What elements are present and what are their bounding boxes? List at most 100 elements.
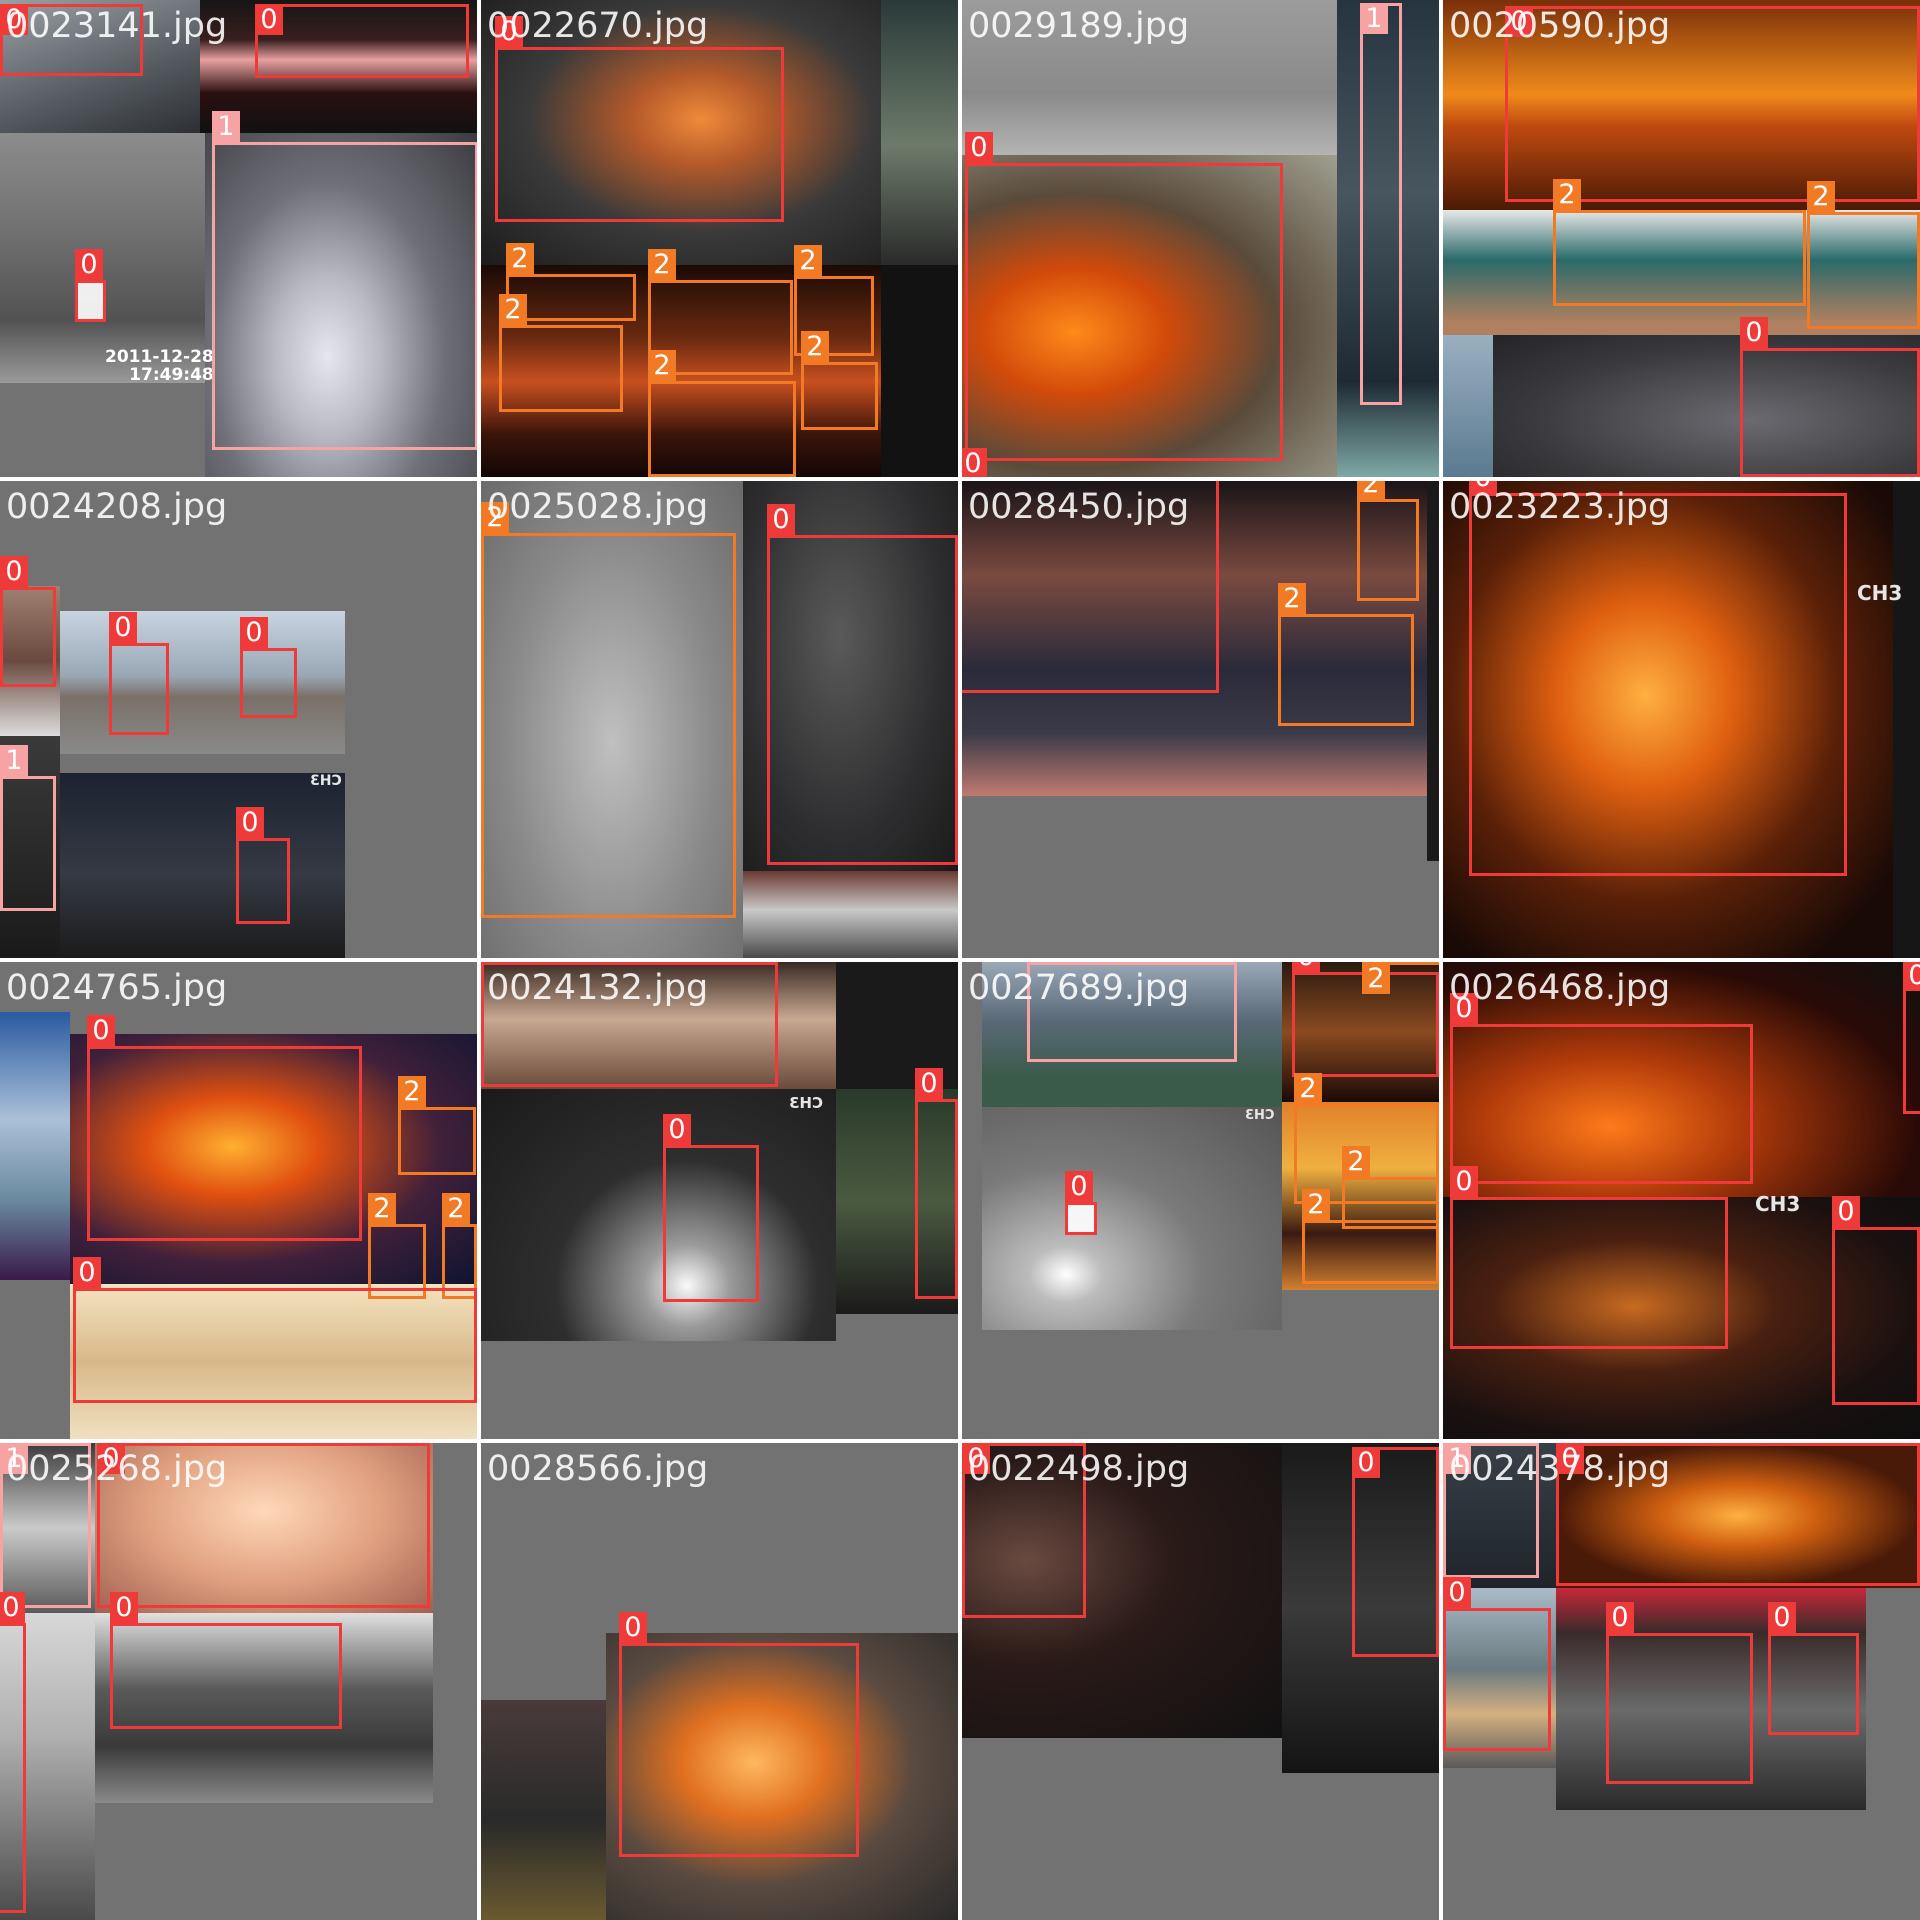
scene-photo <box>982 1107 1282 1330</box>
detection-box: 2 <box>1302 1189 1439 1284</box>
detection-box: 0 <box>1740 317 1920 477</box>
class-label: 0 <box>87 1015 115 1046</box>
mosaic-tile: 0020590.jpg 0 2 2 0 <box>1443 0 1920 477</box>
class-label: 1 <box>212 111 240 142</box>
mosaic-grid: 2011-12-28 17:49:48 0023141.jpg 0 0 0 1 … <box>0 0 1920 1920</box>
scene-photo <box>1443 335 1493 477</box>
detection-box: 0 <box>1450 993 1753 1184</box>
class-label: 0 <box>1903 962 1920 991</box>
class-label: 0 <box>0 556 28 587</box>
class-label: 2 <box>1342 1146 1370 1177</box>
channel-overlay: CH3 <box>1755 1192 1801 1216</box>
detection-box: 0 <box>110 1592 342 1729</box>
class-label: 2 <box>499 294 527 325</box>
detection-box: 0 <box>236 807 290 924</box>
class-label: 2 <box>648 249 676 280</box>
detection-box: 0 <box>1768 1602 1859 1735</box>
image-filename: 0027689.jpg <box>968 968 1190 1008</box>
detection-box: 2 <box>1362 962 1439 994</box>
scene-photo <box>60 611 345 754</box>
class-label: 2 <box>442 1193 470 1224</box>
channel-overlay: CH3 <box>310 773 342 789</box>
detection-box: 0 <box>87 1015 362 1241</box>
image-filename: 0029189.jpg <box>968 6 1190 46</box>
class-label: 0 <box>1065 1171 1093 1202</box>
mosaic-tile: CH3 0026468.jpg 0 0 0 0 <box>1443 962 1920 1439</box>
class-label: 2 <box>398 1076 426 1107</box>
channel-overlay: CH3 <box>1245 1108 1275 1123</box>
timestamp-overlay: 2011-12-28 17:49:48 <box>105 347 214 385</box>
image-filename: 0022498.jpg <box>968 1449 1190 1489</box>
class-label: 0 <box>619 1612 647 1643</box>
detection-box: 0 <box>1903 962 1920 1114</box>
detection-box: 0 <box>1606 1602 1753 1784</box>
scene-photo <box>1893 481 1920 958</box>
class-label: 0 <box>255 4 283 35</box>
detection-box: 2 <box>398 1076 476 1175</box>
class-label: 0 <box>965 132 993 163</box>
image-filename: 0023223.jpg <box>1449 487 1671 527</box>
mosaic-tile: CH3 0023223.jpg 0 <box>1443 481 1920 958</box>
detection-box: 0 <box>75 249 106 322</box>
class-label: 0 <box>240 617 268 648</box>
class-label: 2 <box>1357 481 1385 499</box>
mosaic-tile: 0028450.jpg 2 2 <box>962 481 1439 958</box>
mosaic-tile: 0025268.jpg 1 0 0 0 <box>0 1443 477 1920</box>
scene-photo <box>481 1089 836 1341</box>
detection-box: 0 <box>663 1114 759 1302</box>
class-label: 2 <box>368 1193 396 1224</box>
class-label: 0 <box>1450 1166 1478 1197</box>
class-label: 1 <box>0 745 28 776</box>
detection-box: 2 <box>1553 179 1806 306</box>
image-filename: 0026468.jpg <box>1449 968 1671 1008</box>
channel-overlay: CH3 <box>789 1094 823 1112</box>
image-filename: 0020590.jpg <box>1449 6 1671 46</box>
scene-photo <box>0 1012 70 1280</box>
image-filename: 0024132.jpg <box>487 968 709 1008</box>
class-label: 0 <box>1768 1602 1796 1633</box>
detection-box: 0 <box>109 612 169 735</box>
detection-box: 0 <box>495 16 784 222</box>
class-label: 0 <box>0 1592 25 1623</box>
mosaic-tile: 0028566.jpg 0 <box>481 1443 958 1920</box>
class-label: 0 <box>767 504 795 535</box>
detection-box: 0 <box>0 1592 26 1913</box>
detection-box: 2 <box>1807 181 1920 329</box>
detection-box: 2 <box>1357 481 1419 601</box>
detection-box: 1 <box>212 111 477 450</box>
detection-box: 0 <box>255 4 469 78</box>
image-filename: 0025268.jpg <box>6 1449 228 1489</box>
mosaic-tile: 0024378.jpg 1 0 0 0 0 <box>1443 1443 1920 1920</box>
mosaic-tile: CH3 0024132.jpg 0 0 0 <box>481 962 958 1439</box>
image-filename: 0024765.jpg <box>6 968 228 1008</box>
detection-box: 0 <box>1065 1171 1097 1235</box>
class-label: 0 <box>1443 1577 1471 1608</box>
class-label: 2 <box>1553 179 1581 210</box>
mosaic-tile: 0029189.jpg 1 0 0 <box>962 0 1439 477</box>
detection-box: 0 <box>915 1068 958 1299</box>
image-filename: 0028450.jpg <box>968 487 1190 527</box>
class-label: 2 <box>801 331 829 362</box>
detection-box: 2 <box>801 331 878 430</box>
class-label: 0 <box>962 448 987 477</box>
class-label: 2 <box>1302 1189 1330 1220</box>
scene-photo <box>1427 481 1439 861</box>
scene-photo <box>481 1700 606 1920</box>
class-label: 0 <box>1832 1196 1860 1227</box>
detection-box: 2 <box>481 502 736 918</box>
class-label: 2 <box>648 350 676 381</box>
detection-box: 0 <box>965 132 1283 461</box>
mosaic-tile: 0022498.jpg 0 0 <box>962 1443 1439 1920</box>
scene-photo <box>881 265 958 477</box>
image-filename: 0024208.jpg <box>6 487 228 527</box>
detection-box: 0 <box>767 504 958 865</box>
scene-photo <box>60 773 345 958</box>
class-label: 2 <box>1294 1073 1322 1104</box>
detection-box: 0 <box>1450 1166 1728 1349</box>
image-filename: 0025028.jpg <box>487 487 709 527</box>
class-label: 0 <box>1606 1602 1634 1633</box>
class-label: 0 <box>73 1257 101 1288</box>
class-label: 2 <box>506 243 534 274</box>
class-label: 2 <box>1278 583 1306 614</box>
class-label: 0 <box>1292 962 1320 972</box>
